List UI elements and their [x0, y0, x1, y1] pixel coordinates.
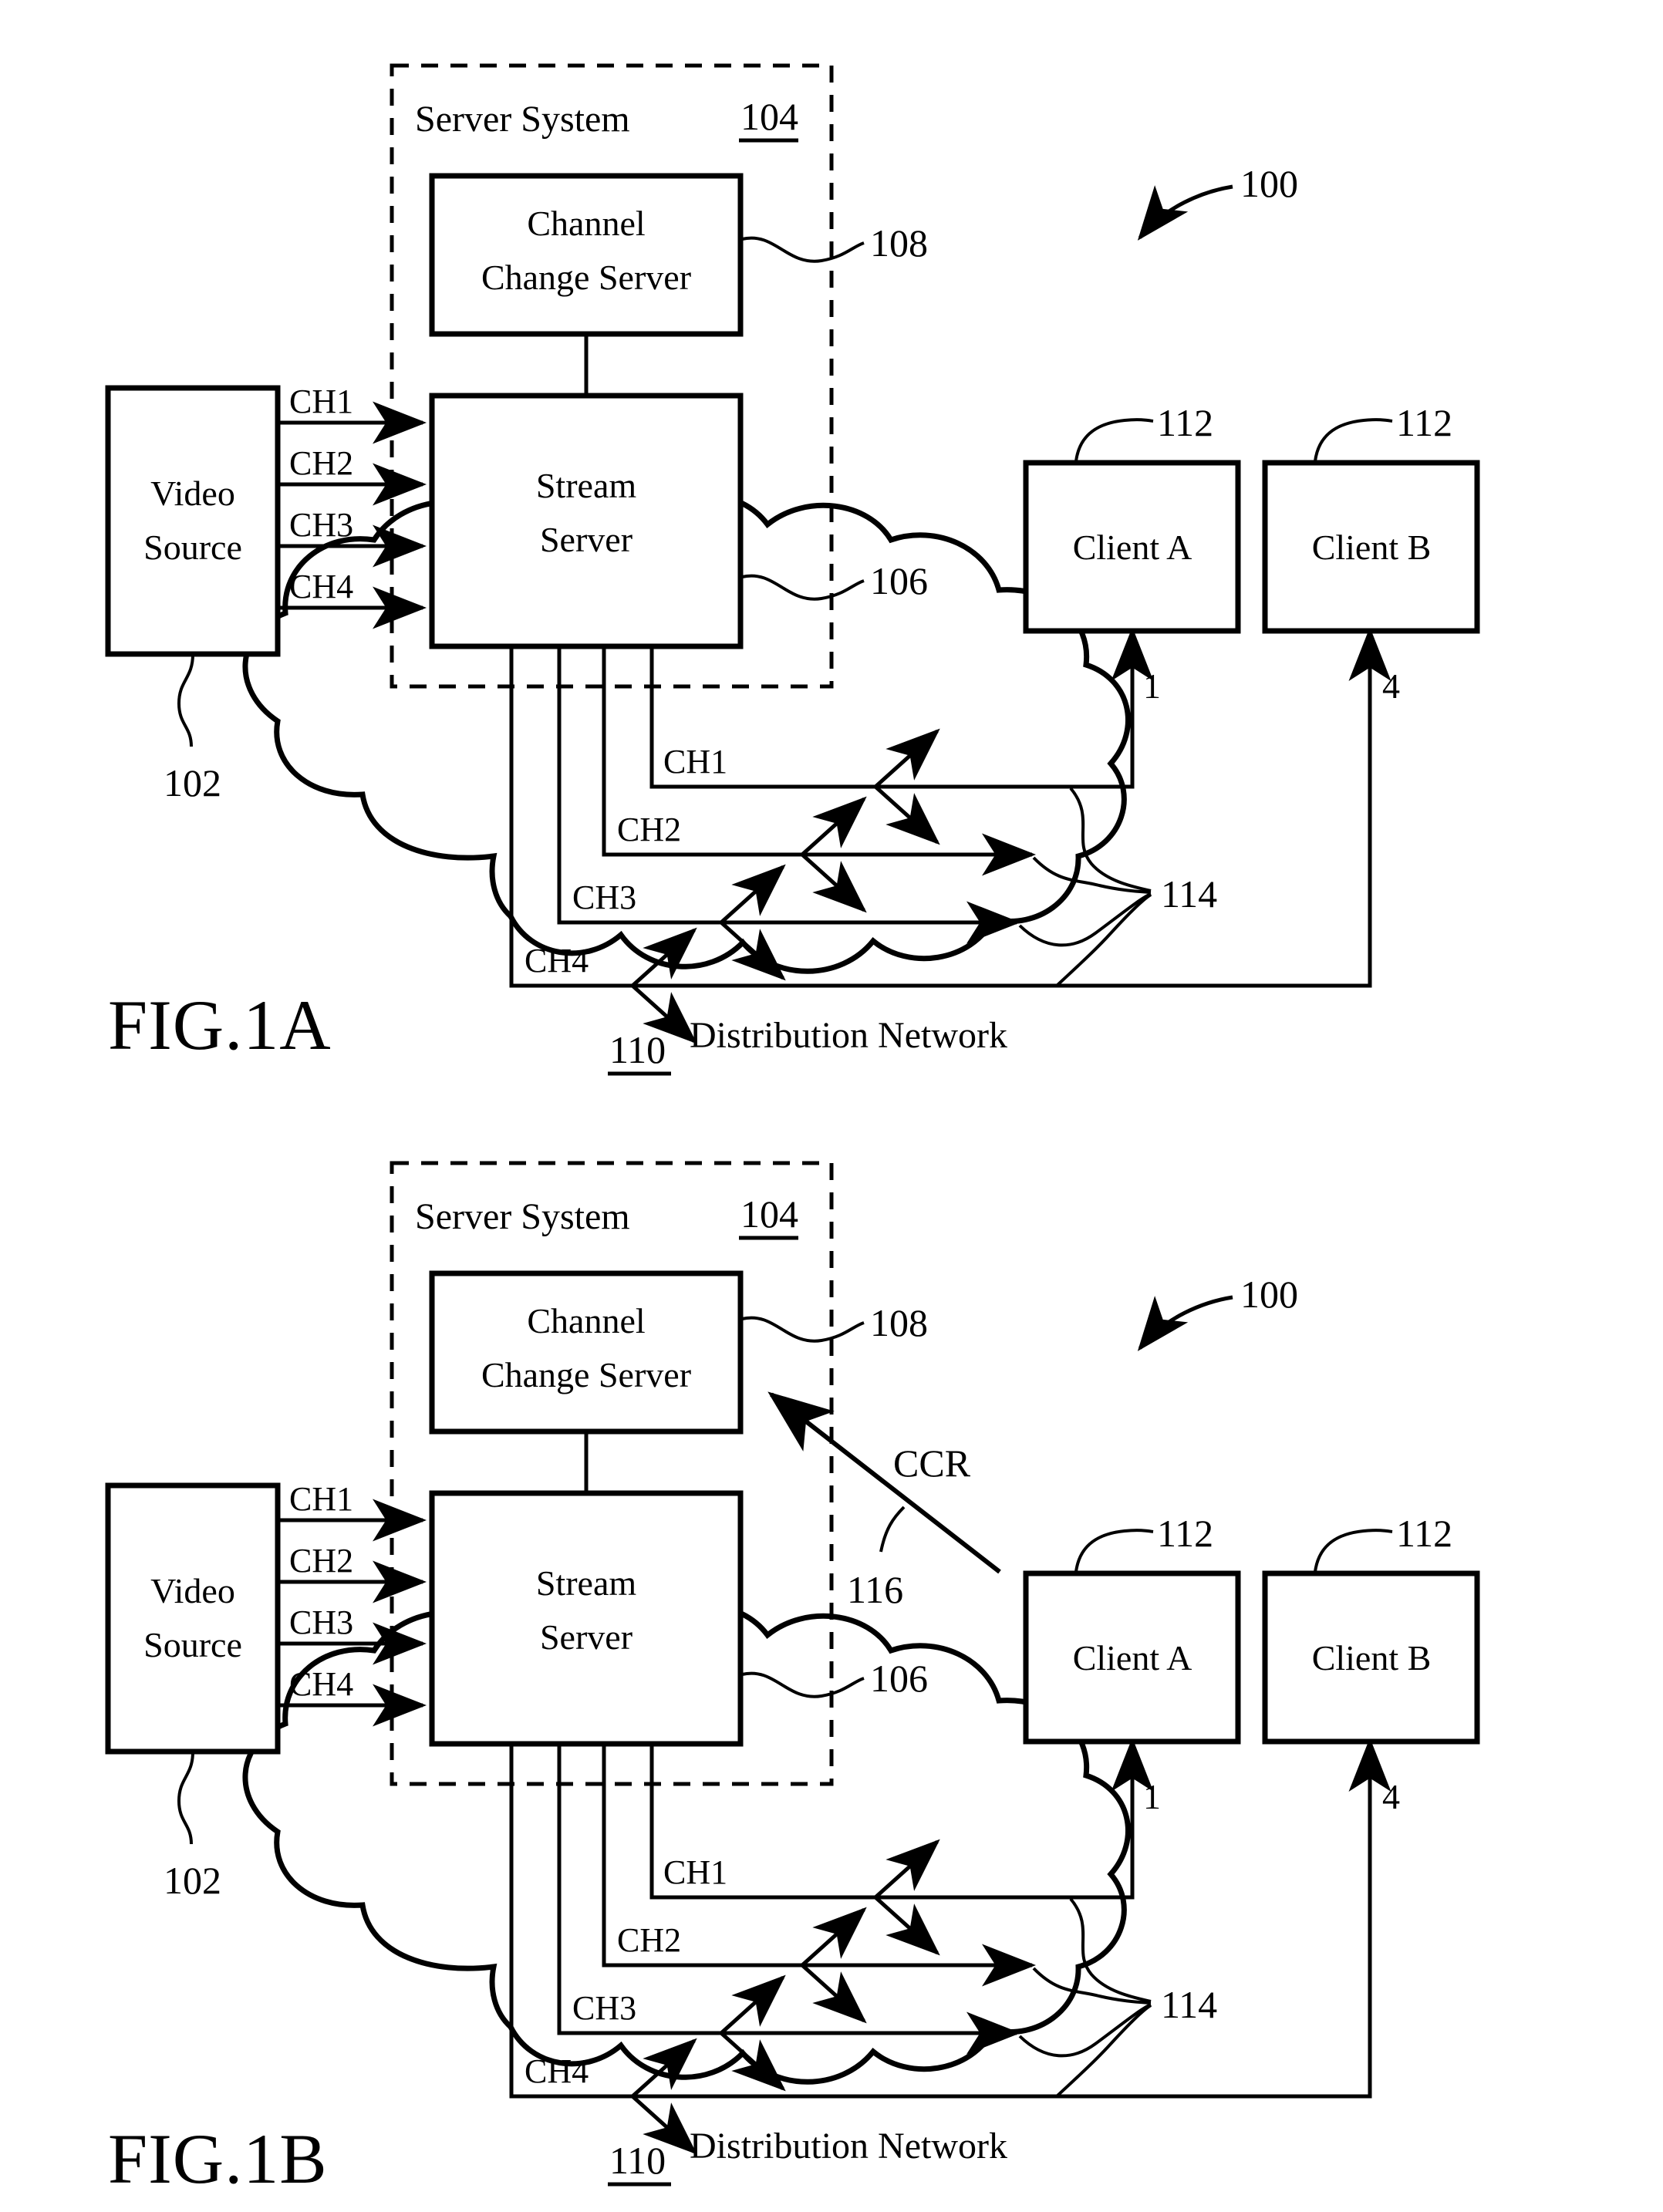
ref-112-b: 112	[1396, 401, 1452, 444]
client-b-stream-number: 4	[1382, 1777, 1400, 1816]
network-label-ch3: CH3	[572, 1989, 636, 2027]
leader-112-b	[1314, 1529, 1393, 1573]
figure-1a: Server System 104 Channel Change Server …	[105, 63, 1480, 1076]
leader-108	[741, 1316, 865, 1343]
client-a-label: Client A	[1073, 1638, 1192, 1678]
client-a-stream-number: 1	[1143, 1777, 1161, 1816]
ref-110: 110	[609, 2139, 666, 2182]
figure-caption-1b: FIG.1B	[108, 2119, 328, 2198]
distribution-network-label: Distribution Network	[690, 1015, 1007, 1056]
client-b-label: Client B	[1312, 528, 1432, 567]
network-label-ch2: CH2	[617, 811, 681, 848]
ref-102: 102	[164, 1859, 221, 1902]
ref-114: 114	[1161, 1983, 1217, 2026]
stream-server-label-2: Server	[540, 520, 632, 559]
feed-label-ch2: CH2	[289, 444, 353, 482]
leader-112-b	[1314, 418, 1393, 462]
channel-change-server-label-2: Change Server	[481, 1355, 691, 1394]
feed-label-ch3: CH3	[289, 1603, 353, 1641]
client-b-stream-number: 4	[1382, 666, 1400, 706]
video-source-block	[105, 385, 281, 657]
leader-102	[177, 1751, 194, 1845]
ref-108: 108	[870, 1301, 928, 1344]
network-label-ch3: CH3	[572, 878, 636, 916]
feed-label-ch4: CH4	[289, 1665, 353, 1703]
leader-116	[879, 1506, 906, 1553]
feed-label-ch1: CH1	[289, 1480, 353, 1518]
leader-102	[177, 653, 194, 747]
ref-104: 104	[740, 1192, 798, 1236]
figure-caption-1a: FIG.1A	[108, 986, 332, 1064]
figure-1b: Server System 104 Channel Change Server …	[105, 1161, 1480, 2198]
distribution-network-label: Distribution Network	[690, 2126, 1007, 2166]
patent-drawing-sheet: Server System 104 Channel Change Server …	[0, 0, 1663, 2212]
ref-100: 100	[1240, 162, 1298, 205]
ref-106: 106	[870, 559, 928, 602]
ref-102: 102	[164, 761, 221, 804]
channel-change-server-block	[429, 173, 744, 337]
stream-server-label-1: Stream	[536, 466, 637, 505]
feed-label-ch1: CH1	[289, 383, 353, 420]
ref-104: 104	[740, 95, 798, 138]
feed-label-ch3: CH3	[289, 506, 353, 544]
video-source-label-1: Video	[150, 474, 235, 513]
client-a-stream-number: 1	[1143, 666, 1161, 706]
video-source-label-2: Source	[143, 1625, 242, 1664]
client-b-label: Client B	[1312, 1638, 1432, 1678]
system-ref-arrow-100	[1137, 184, 1233, 241]
leader-114-d	[1055, 893, 1152, 987]
ccr-label: CCR	[893, 1442, 971, 1485]
video-source-label-2: Source	[143, 528, 242, 567]
ref-112-a: 112	[1157, 401, 1213, 444]
leader-114-d	[1055, 2004, 1152, 2098]
ref-108: 108	[870, 221, 928, 265]
feed-label-ch4: CH4	[289, 568, 353, 605]
channel-change-server-block	[429, 1270, 744, 1435]
server-system-title: Server System	[415, 99, 630, 140]
video-source-label-1: Video	[150, 1571, 235, 1610]
network-label-ch1: CH1	[663, 1853, 727, 1891]
leader-112-a	[1074, 418, 1154, 462]
feed-label-ch2: CH2	[289, 1542, 353, 1580]
network-label-ch1: CH1	[663, 743, 727, 781]
server-system-title: Server System	[415, 1196, 630, 1237]
ref-112-b: 112	[1396, 1512, 1452, 1555]
leader-112-a	[1074, 1529, 1154, 1573]
stream-server-label-2: Server	[540, 1617, 632, 1657]
video-source-block	[105, 1482, 281, 1755]
ref-100: 100	[1240, 1273, 1298, 1316]
ref-112-a: 112	[1157, 1512, 1213, 1555]
channel-change-server-label-2: Change Server	[481, 258, 691, 297]
channel-change-server-label-1: Channel	[527, 1301, 645, 1340]
network-label-ch2: CH2	[617, 1921, 681, 1959]
client-a-label: Client A	[1073, 528, 1192, 567]
network-label-ch4: CH4	[525, 942, 589, 980]
channel-change-server-label-1: Channel	[527, 204, 645, 243]
network-label-ch4: CH4	[525, 2052, 589, 2090]
leader-108	[741, 236, 865, 263]
ref-116: 116	[847, 1568, 903, 1611]
stream-server-label-1: Stream	[536, 1563, 637, 1603]
ref-106: 106	[870, 1657, 928, 1700]
ref-110: 110	[609, 1028, 666, 1071]
system-ref-arrow-100	[1137, 1295, 1233, 1351]
ref-114: 114	[1161, 872, 1217, 915]
